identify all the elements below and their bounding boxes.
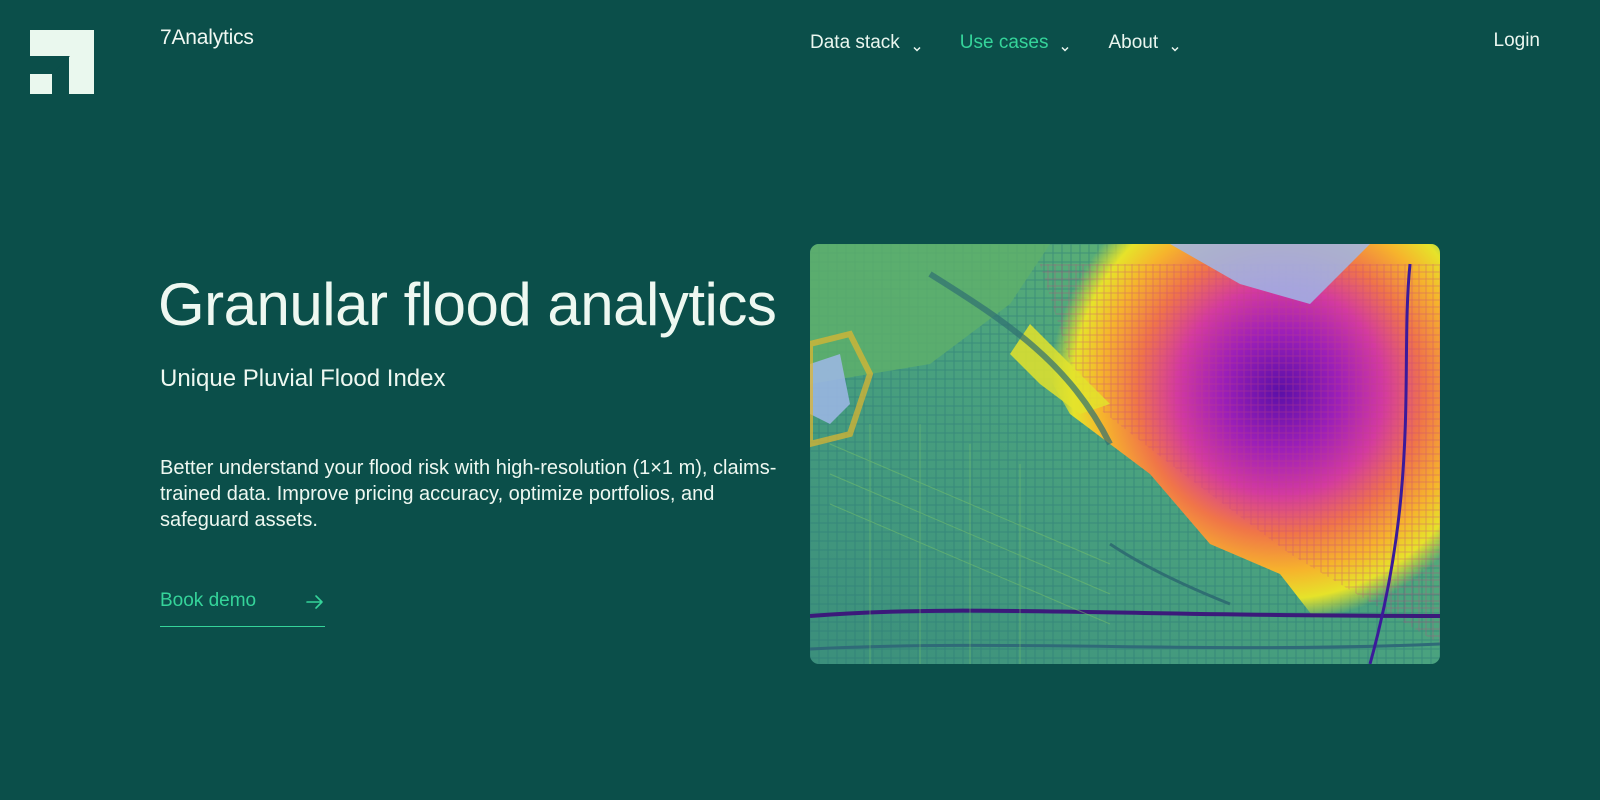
nav-item-label: Use cases bbox=[959, 32, 1049, 53]
nav-item-label: Data stack bbox=[810, 32, 900, 53]
7analytics-logo-icon[interactable] bbox=[30, 30, 94, 94]
brand-name[interactable]: 7Analytics bbox=[160, 26, 254, 50]
book-demo-label: Book demo bbox=[160, 590, 257, 611]
main-nav: Data stack Use cases About bbox=[810, 29, 1218, 57]
chevron-down-icon bbox=[912, 38, 922, 52]
flood-risk-heatmap-image bbox=[810, 244, 1440, 664]
page: 7Analytics Data stack Use cases About Lo… bbox=[0, 0, 1600, 800]
hero-description: Better understand your flood risk with h… bbox=[160, 457, 777, 531]
nav-item-use-cases[interactable]: Use cases bbox=[960, 29, 1071, 57]
nav-item-label: About bbox=[1108, 32, 1159, 53]
hero-title: Granular flood analytics bbox=[158, 271, 777, 338]
nav-item-data-stack[interactable]: Data stack bbox=[810, 29, 922, 57]
book-demo-button[interactable]: Book demo bbox=[160, 590, 325, 627]
nav-item-about[interactable]: About bbox=[1108, 29, 1180, 57]
login-link[interactable]: Login bbox=[1494, 30, 1541, 52]
chevron-down-icon bbox=[1060, 38, 1070, 52]
hero-subtitle: Unique Pluvial Flood Index bbox=[160, 365, 446, 392]
chevron-down-icon bbox=[1170, 38, 1180, 52]
arrow-right-icon bbox=[305, 592, 325, 612]
